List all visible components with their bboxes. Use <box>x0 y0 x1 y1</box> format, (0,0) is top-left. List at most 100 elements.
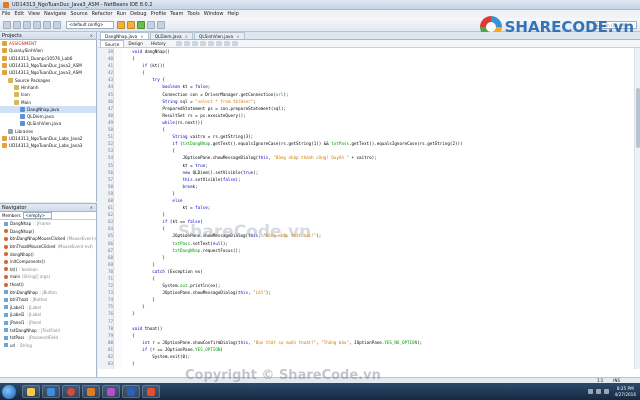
tree-item[interactable]: ASSIGNMENT <box>0 40 96 47</box>
code-line[interactable]: 69 } <box>108 261 640 268</box>
tree-item[interactable]: UD14313_NgoTuanDuc_Java2_ASM <box>0 62 96 69</box>
editor-tab[interactable]: QLDiem.java × <box>149 32 194 39</box>
forward-icon[interactable] <box>183 41 190 46</box>
code-line[interactable]: 53 { <box>108 147 640 154</box>
code-line[interactable]: 67 txtDangNhap.requestFocus(); <box>108 247 640 254</box>
menu-navigate[interactable]: Navigate <box>44 11 66 17</box>
code-line[interactable]: 56 new QLDiem().setVisible(true); <box>108 169 640 176</box>
menu-view[interactable]: View <box>28 11 40 17</box>
code-line[interactable]: 61 kt = false; <box>108 204 640 211</box>
code-line[interactable]: 77 <box>108 318 640 325</box>
navigator-item[interactable]: kt(): boolean <box>0 266 96 274</box>
code-line[interactable]: 81 if (r == JOptionPane.YES_OPTION) <box>108 346 640 353</box>
menu-team[interactable]: Team <box>170 11 183 17</box>
debug-button[interactable] <box>147 20 155 29</box>
profile-button[interactable] <box>157 20 165 29</box>
tab-source[interactable]: Source <box>100 40 125 47</box>
code-line[interactable]: 47 PreparedStatement ps = con.prepareSta… <box>108 105 640 112</box>
new-file-button[interactable] <box>3 20 11 29</box>
volume-icon[interactable] <box>595 389 601 394</box>
tree-item[interactable]: UD14313_Duonpc10576_Lab6 <box>0 55 96 62</box>
uncomment-icon[interactable] <box>223 41 230 46</box>
toggle-highlight-icon[interactable] <box>199 41 206 46</box>
navigator-item[interactable]: jLabel1: JLabel <box>0 304 96 312</box>
clock[interactable]: 8:25 PM 4/27/2016 <box>615 386 636 397</box>
code-line[interactable]: 72 System.out.println(ex); <box>108 282 640 289</box>
code-line[interactable]: 75 } <box>108 303 640 310</box>
navigator-item[interactable]: dangNhap() <box>0 250 96 258</box>
tree-item[interactable]: QLSinhVien.java <box>0 120 96 127</box>
menu-run[interactable]: Run <box>117 11 127 17</box>
code-line[interactable]: 79 { <box>108 332 640 339</box>
members-dropdown[interactable]: <empty> <box>22 212 53 219</box>
close-icon[interactable]: × <box>140 34 144 39</box>
menu-profile[interactable]: Profile <box>151 11 167 17</box>
navigator-item[interactable]: txtDangNhap: JTextField <box>0 326 96 334</box>
menu-tools[interactable]: Tools <box>187 11 199 17</box>
code-line[interactable]: 68 } <box>108 254 640 261</box>
tree-item[interactable]: Icon <box>0 91 96 98</box>
code-lines[interactable]: 39 void dangNhap() 40 {41 if (kt()) 42 {43… <box>108 48 640 369</box>
tree-item[interactable]: UD14313_NgoTuanDuc_Labs_Java3 <box>0 142 96 149</box>
clean-build-button[interactable] <box>127 20 135 29</box>
close-icon[interactable]: ✕ <box>90 33 93 38</box>
editor-tab[interactable]: QLSinhVien.java × <box>194 32 245 39</box>
taskbar-explorer[interactable] <box>22 385 40 398</box>
navigator-item[interactable]: url: String <box>0 342 96 350</box>
menu-help[interactable]: Help <box>227 11 238 17</box>
navigator-item[interactable]: btnThoat: JButton <box>0 296 96 304</box>
toggle-bookmark-icon[interactable] <box>207 41 214 46</box>
tree-item[interactable]: Hinhanh <box>0 84 96 91</box>
taskbar-netbeans[interactable] <box>82 385 100 398</box>
navigator-item[interactable]: DangNhap() <box>0 228 96 236</box>
code-line[interactable]: 55 kt = true; <box>108 162 640 169</box>
save-all-button[interactable] <box>33 20 41 29</box>
code-line[interactable]: 40 { <box>108 55 640 62</box>
code-line[interactable]: 83 } <box>108 360 640 367</box>
code-line[interactable]: 43 try { <box>108 76 640 83</box>
navigator-item[interactable]: main (String[] args) <box>0 273 96 281</box>
taskbar-media[interactable] <box>42 385 60 398</box>
tree-item[interactable]: QuanLySinhVien <box>0 47 96 54</box>
taskbar-chrome[interactable] <box>62 385 80 398</box>
taskbar-app[interactable] <box>142 385 160 398</box>
scroll-thumb[interactable] <box>636 88 640 148</box>
code-line[interactable]: 52 if (txtDangNhap.getText().equalsIgnor… <box>108 140 640 147</box>
tree-item[interactable]: UD14313_NgoTuanDuc_Labs_Java2 <box>0 135 96 142</box>
code-line[interactable]: 80 int r = JOptionPane.showConfirmDialog… <box>108 339 640 346</box>
tree-item[interactable]: Source Packages <box>0 76 96 83</box>
navigator-item[interactable]: txtPass: JPasswordField <box>0 334 96 342</box>
new-project-button[interactable] <box>13 20 21 29</box>
navigator-item[interactable]: initComponents() <box>0 258 96 266</box>
run-button[interactable] <box>137 20 145 29</box>
build-button[interactable] <box>117 20 125 29</box>
record-macro-icon[interactable] <box>231 41 238 46</box>
navigator-item[interactable]: btnThoatMouseClicked (MouseEvent evt) <box>0 243 96 251</box>
code-line[interactable]: 48 ResultSet rs = ps.executeQuery(); <box>108 112 640 119</box>
taskbar-sqlserver[interactable] <box>102 385 120 398</box>
taskbar-word[interactable] <box>122 385 140 398</box>
code-line[interactable]: 45 Connection con = DriverManager.getCon… <box>108 91 640 98</box>
navigator-item[interactable]: thoat() <box>0 281 96 289</box>
redo-button[interactable] <box>53 20 61 29</box>
menu-window[interactable]: Window <box>204 11 224 17</box>
menu-edit[interactable]: Edit <box>14 11 24 17</box>
code-line[interactable]: 57 this.setVisible(false); <box>108 176 640 183</box>
close-icon[interactable]: ✕ <box>90 205 93 210</box>
code-line[interactable]: 46 String sql = "select * from tblUser"; <box>108 98 640 105</box>
find-icon[interactable] <box>191 41 198 46</box>
code-line[interactable]: 82 System.exit(0); <box>108 353 640 360</box>
code-line[interactable]: 60 else <box>108 197 640 204</box>
code-line[interactable]: 70 catch (Exception ex) <box>108 268 640 275</box>
code-line[interactable]: 59 } <box>108 190 640 197</box>
comment-icon[interactable] <box>215 41 222 46</box>
navigator-item[interactable]: btnDangNhapMouseClicked(MouseEvent evt) <box>0 235 96 243</box>
navigator-item[interactable]: DangNhap:: JFrame <box>0 220 96 228</box>
tree-item[interactable]: DangNhap.java <box>0 105 96 113</box>
editor-scrollbar[interactable] <box>634 48 640 369</box>
code-editor[interactable]: 39 void dangNhap() 40 {41 if (kt()) 42 {43… <box>98 48 640 369</box>
code-line[interactable]: 44 boolean kt = false; <box>108 83 640 90</box>
tree-item[interactable]: UD14313_NgoTuanDuc_Java3_ASM <box>0 69 96 76</box>
menu-refactor[interactable]: Refactor <box>92 11 113 17</box>
code-line[interactable]: 49 while(rs.next()) <box>108 119 640 126</box>
